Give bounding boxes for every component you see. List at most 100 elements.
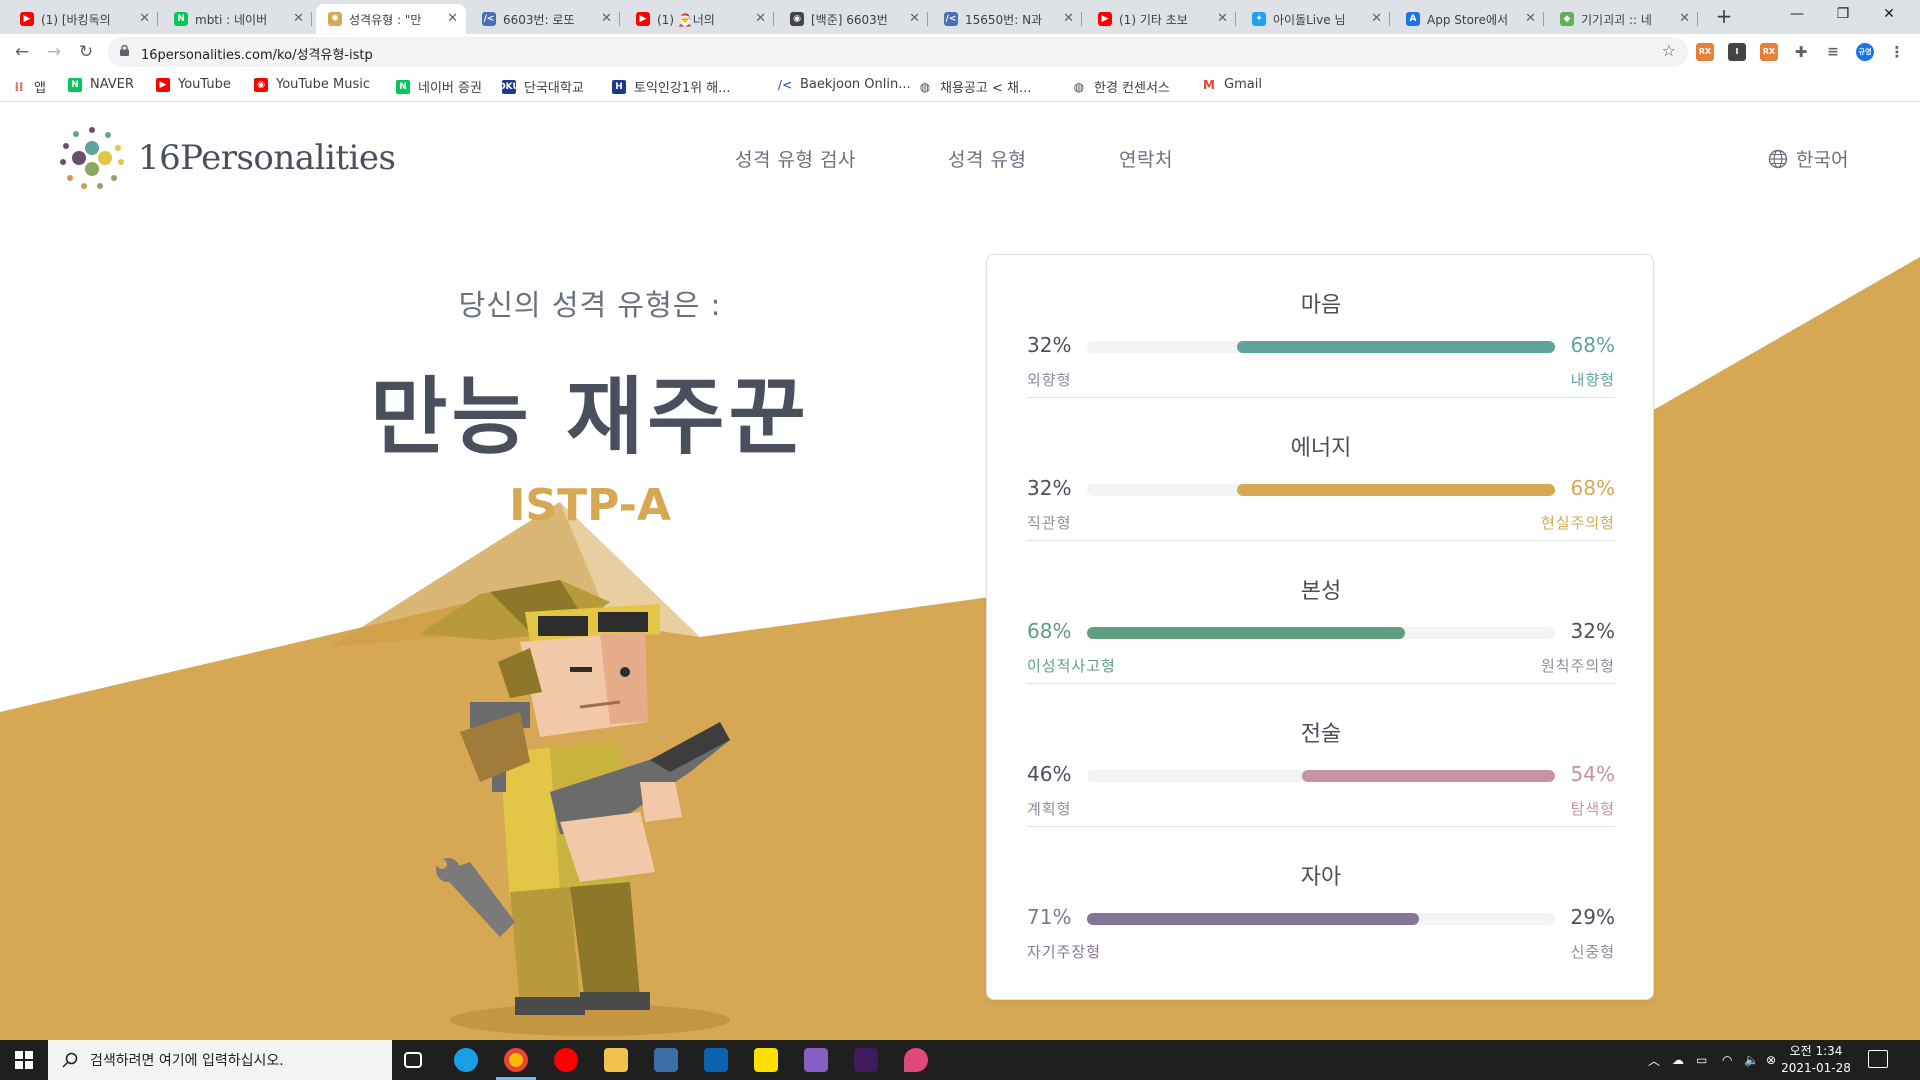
trait-title: 자아 [1300, 865, 1342, 890]
bookmark-item[interactable]: ▶ YouTube [156, 77, 231, 92]
visual-studio-icon[interactable] [804, 1048, 828, 1072]
browser-tab[interactable]: Nmbti : 네이버 ✕ [162, 4, 312, 34]
terminal-app-icon[interactable] [854, 1048, 878, 1072]
reading-list-icon[interactable]: ≡ [1824, 43, 1842, 61]
microsoft-store-icon[interactable] [654, 1048, 678, 1072]
browser-tab[interactable]: ▶ (1) 기타 초보 ✕ [1086, 4, 1236, 34]
reload-button[interactable]: ↻ [72, 39, 100, 65]
trait-left-label: 외향형 [1027, 371, 1072, 389]
browser-tab[interactable]: ▶ (1) 🎅너의 ✕ [624, 4, 774, 34]
bookmark-item[interactable]: ⁞⁞ 앱 [12, 77, 46, 97]
bookmark-item[interactable]: ◍ 한경 컨센서스 [1072, 77, 1170, 97]
minimize-button[interactable]: — [1774, 0, 1820, 30]
extension-icon[interactable]: RX [1760, 43, 1778, 61]
volume-icon[interactable]: 🔈 [1744, 1040, 1759, 1080]
bookmark-item[interactable]: ◉ YouTube Music [254, 77, 370, 92]
chrome-browser-icon[interactable] [504, 1048, 528, 1072]
lock-icon[interactable] [120, 45, 129, 56]
trait-left-percent: 32% [1027, 333, 1072, 357]
browser-tab[interactable]: ◉ [백준] 6603번 ✕ [778, 4, 928, 34]
hackers-icon: H [612, 79, 626, 94]
tab-title: (1) 🎅너의 [657, 12, 715, 27]
onedrive-cloud-icon[interactable]: ☁ [1672, 1040, 1684, 1080]
bookmark-item[interactable]: H 토익인강1위 해... [612, 77, 731, 96]
color-drop-app-icon[interactable] [904, 1048, 928, 1072]
edge-browser-icon[interactable] [454, 1048, 478, 1072]
bookmark-label: 한경 컨센서스 [1094, 81, 1170, 96]
tab-favicon-icon: ◆ [1560, 12, 1574, 26]
browser-tab[interactable]: A App Store에서 ✕ [1394, 4, 1544, 34]
start-button[interactable] [0, 1040, 48, 1080]
ime-status-icon[interactable]: ⊗ [1766, 1040, 1776, 1080]
tab-close-icon[interactable]: ✕ [139, 11, 150, 26]
tray-overflow-chevron-icon[interactable]: ︿ [1648, 1040, 1660, 1080]
profile-avatar[interactable]: 규영 [1856, 43, 1874, 61]
new-tab-button[interactable]: + [1710, 4, 1738, 28]
trait-right-percent: 68% [1570, 476, 1615, 500]
mail-app-icon[interactable] [704, 1048, 728, 1072]
bookmark-item[interactable]: M Gmail [1202, 77, 1262, 92]
tab-separator [1697, 12, 1698, 26]
browser-tab[interactable]: /< 15650번: N과 ✕ [932, 4, 1082, 34]
tab-close-icon[interactable]: ✕ [1217, 11, 1228, 26]
tab-title: 성격유형 : "만 [349, 12, 422, 27]
tab-close-icon[interactable]: ✕ [909, 11, 920, 26]
task-view-icon[interactable] [404, 1052, 422, 1068]
file-explorer-icon[interactable] [604, 1048, 628, 1072]
nav-personality-test[interactable]: 성격 유형 검사 [735, 145, 856, 172]
forward-button[interactable]: → [40, 39, 68, 65]
extensions-puzzle-icon[interactable]: ✚ [1792, 43, 1810, 61]
browser-tab[interactable]: ✺ 성격유형 : "만 ✕ [316, 4, 466, 34]
browser-tab[interactable]: ✦ 아이돌Live 님 ✕ [1240, 4, 1390, 34]
gmail-icon: M [1203, 77, 1215, 92]
battery-icon[interactable]: ▭ [1696, 1040, 1707, 1080]
tab-close-icon[interactable]: ✕ [1525, 11, 1536, 26]
extension-icon[interactable]: I [1728, 43, 1746, 61]
close-window-button[interactable]: ✕ [1866, 0, 1912, 30]
tab-close-icon[interactable]: ✕ [1371, 11, 1382, 26]
windows-logo-icon [15, 1051, 33, 1069]
address-bar[interactable]: 16personalities.com/ko/성격유형-istp ☆ [108, 37, 1688, 67]
bookmark-item[interactable]: N 네이버 증권 [396, 77, 482, 96]
trait-row: 에너지 32% 68% 직관형 현실주의형 [1027, 398, 1615, 541]
trait-bar-fill [1237, 484, 1555, 496]
kakaotalk-icon[interactable] [754, 1048, 778, 1072]
nav-contact[interactable]: 연락처 [1119, 145, 1173, 172]
notification-center-icon[interactable] [1868, 1050, 1888, 1068]
youtube-music-app-icon[interactable] [554, 1048, 578, 1072]
trait-bar-track [1087, 913, 1555, 925]
menu-kebab-icon[interactable]: ⋮ [1888, 43, 1906, 61]
nav-personality-types[interactable]: 성격 유형 [948, 145, 1026, 172]
bookmark-item[interactable]: N NAVER [68, 77, 134, 92]
wifi-icon[interactable]: ◠ [1722, 1040, 1732, 1080]
bookmark-item[interactable]: DKU 단국대학교 [498, 77, 584, 96]
browser-tab[interactable]: ◆ 기기괴괴 :: 네 ✕ [1548, 4, 1698, 34]
browser-tab[interactable]: /< 6603번: 로또 ✕ [470, 4, 620, 34]
bookmark-label: 단국대학교 [524, 81, 584, 96]
trait-right-label: 신중형 [1570, 943, 1615, 961]
bookmark-item[interactable]: ◍ 채용공고 < 채... [918, 77, 1032, 97]
bookmark-item[interactable]: /< Baekjoon Onlin... [778, 77, 911, 92]
tab-close-icon[interactable]: ✕ [755, 11, 766, 26]
browser-tab[interactable]: ▶ (1) [바킹독의 ✕ [8, 4, 158, 34]
browser-tab-strip: ▶ (1) [바킹독의 ✕ Nmbti : 네이버 ✕ ✺ 성격유형 : "만 ✕ /< 6603… [0, 0, 1920, 34]
naver-icon: N [68, 77, 82, 92]
tab-close-icon[interactable]: ✕ [601, 11, 612, 26]
language-selector[interactable]: 한국어 [1768, 145, 1848, 172]
back-button[interactable]: ← [8, 39, 36, 65]
site-logo[interactable]: 16Personalities [56, 122, 396, 194]
tab-close-icon[interactable]: ✕ [447, 11, 458, 26]
tab-close-icon[interactable]: ✕ [1063, 11, 1074, 26]
trait-title: 전술 [1300, 722, 1342, 747]
trait-bar-track [1087, 770, 1555, 782]
taskbar-clock[interactable]: 오전 1:34 2021-01-28 [1778, 1043, 1854, 1077]
taskbar-search-box[interactable]: 검색하려면 여기에 입력하십시오. [48, 1040, 392, 1080]
trait-right-label: 원칙주의형 [1540, 657, 1615, 675]
bookmark-star-icon[interactable]: ☆ [1662, 41, 1676, 60]
tab-close-icon[interactable]: ✕ [293, 11, 304, 26]
restore-button[interactable]: ❐ [1820, 0, 1866, 30]
extension-icon[interactable]: RX [1696, 43, 1714, 61]
tab-title: App Store에서 [1427, 12, 1509, 27]
tab-close-icon[interactable]: ✕ [1679, 11, 1690, 26]
trait-left-percent: 32% [1027, 476, 1072, 500]
